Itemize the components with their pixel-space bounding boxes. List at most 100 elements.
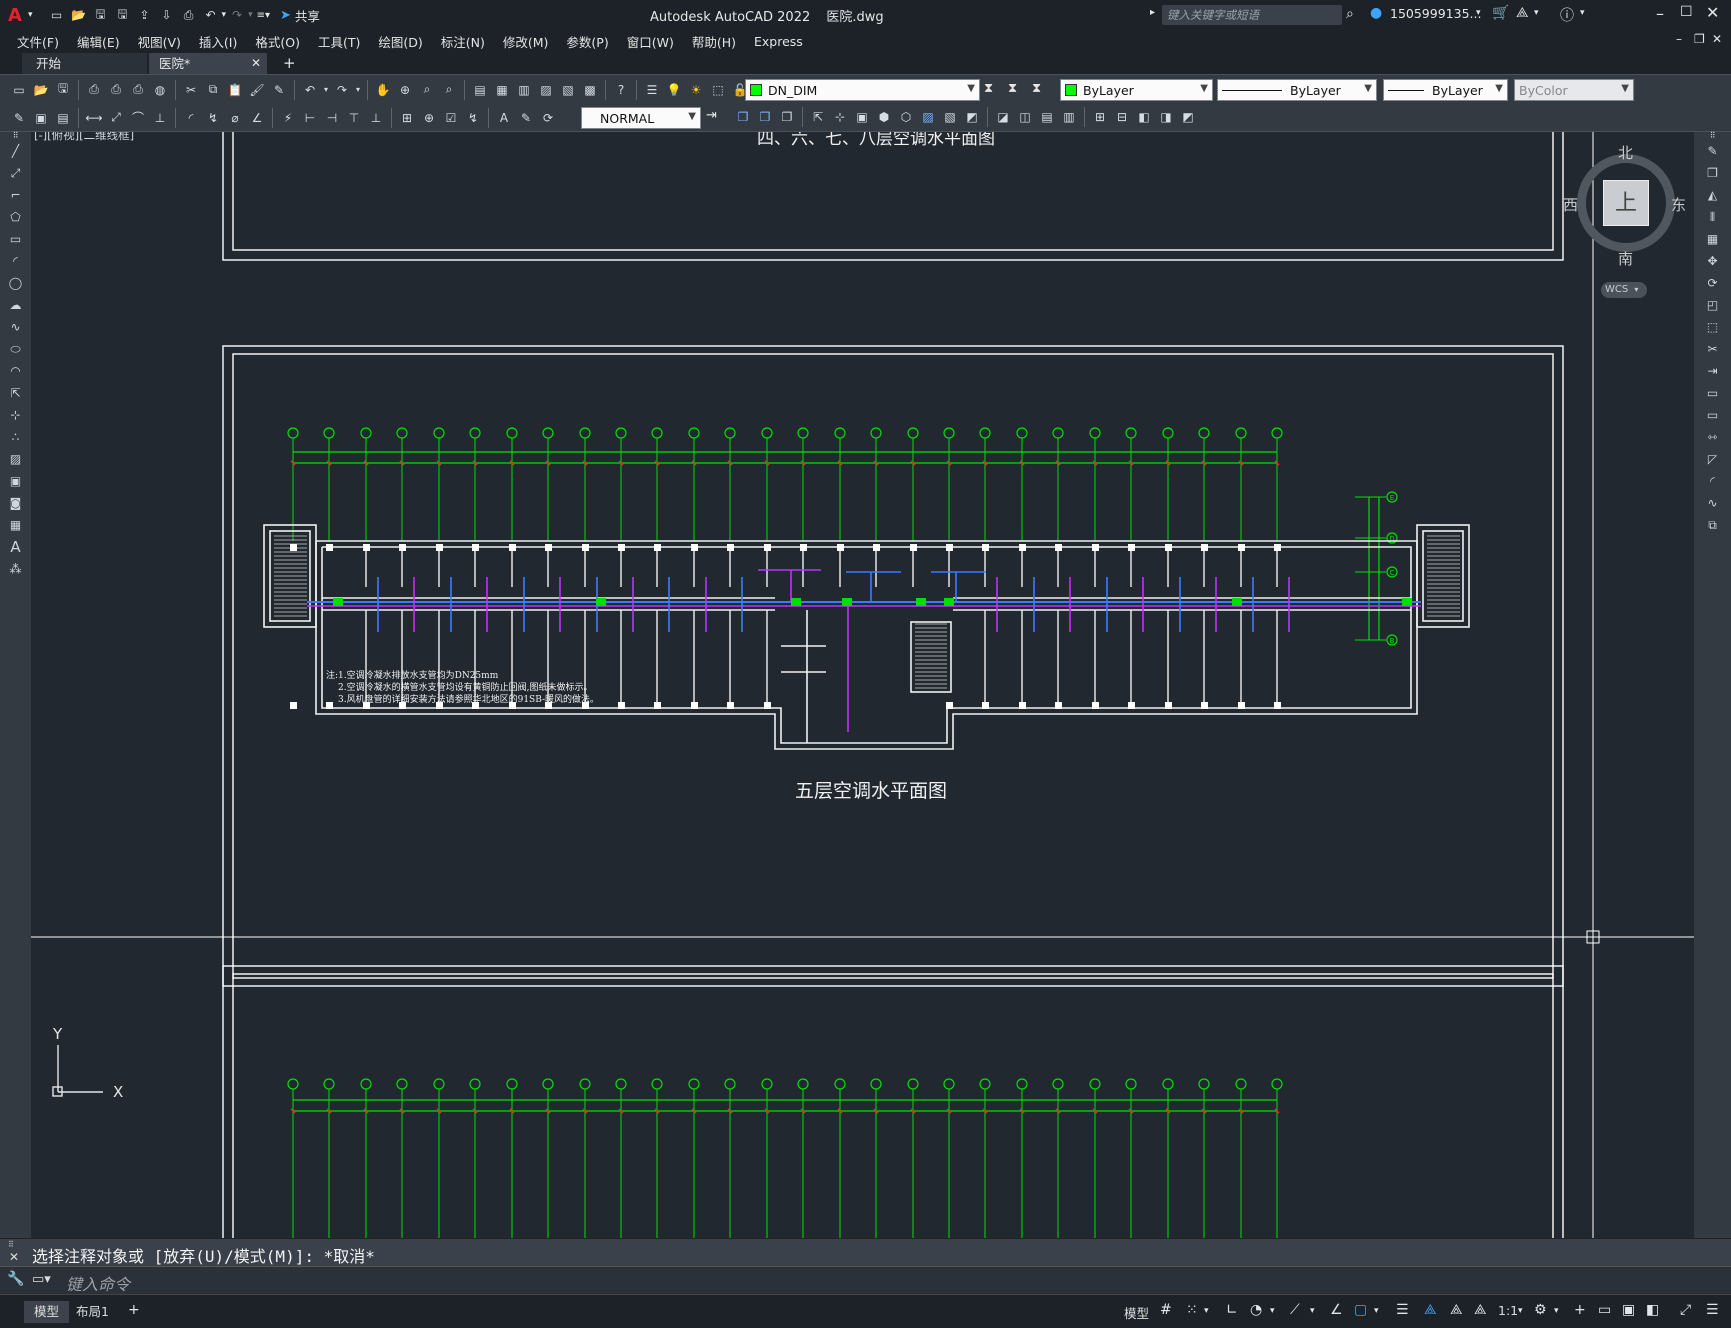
save-icon[interactable]: 🖫 [91, 5, 111, 25]
tb-layer-thaw-icon[interactable]: ☀ [686, 80, 706, 100]
clean-screen-icon[interactable]: ⤢ [1680, 1302, 1691, 1318]
tb-copy-icon[interactable]: ⧉ [203, 80, 223, 100]
tab-hospital[interactable]: 医院* ✕ [149, 53, 267, 74]
dim-textedit-icon[interactable]: ✎ [516, 108, 536, 128]
array-icon[interactable]: ▦ [1694, 228, 1731, 250]
annotation-scale-value[interactable]: 1:1 [1498, 1303, 1518, 1318]
tb-paste-icon[interactable]: 📋 [225, 80, 245, 100]
tb-imageclip-icon[interactable]: ⊟ [1112, 107, 1132, 127]
search-input[interactable]: 键入关键字或短语 [1162, 5, 1342, 25]
join-icon[interactable]: ⇿ [1694, 426, 1731, 448]
tb-layer-manager-icon[interactable]: ☰ [642, 80, 662, 100]
tb-copy-obj-icon[interactable]: ❐ [733, 107, 753, 127]
linetype-dropdown[interactable]: ByLayer ▼ [1217, 79, 1377, 101]
rectangle-icon[interactable]: ▭ [0, 228, 31, 250]
dimstyle-manager-icon[interactable]: ⇥ [706, 108, 717, 123]
break-icon[interactable]: ▭ [1694, 404, 1731, 426]
tb-imageadjust-icon[interactable]: ◧ [1134, 107, 1154, 127]
ellipse-icon[interactable]: ⬭ [0, 338, 31, 360]
drawing-svg[interactable]: 四、六、七、八层空调水平面图 EDCB 注:1.空调冷凝水排放水支管均为DN25… [31, 132, 1694, 1238]
tb-imageframe-icon[interactable]: ◩ [1178, 107, 1198, 127]
snap-icon[interactable]: ⁙ [1186, 1302, 1198, 1318]
tb-toolpalettes-icon[interactable]: ▥ [514, 80, 534, 100]
menu-tools[interactable]: 工具(T) [309, 32, 369, 51]
cmd-recent-icon[interactable]: ▭▾ [32, 1272, 51, 1287]
polar-icon[interactable]: ◔ [1250, 1302, 1262, 1318]
wcs-menu[interactable]: WCS ▾ [1601, 282, 1647, 298]
tb-imagequality-icon[interactable]: ◨ [1156, 107, 1176, 127]
cmd-customize-icon[interactable]: 🔧 [7, 1271, 24, 1287]
redo-icon[interactable]: ↷ [227, 5, 247, 25]
tb-markup-icon[interactable]: ▧ [558, 80, 578, 100]
tb-gradient-icon[interactable]: ▧ [940, 107, 960, 127]
save-web-icon[interactable]: ⇩ [157, 5, 177, 25]
isolate-objects-icon[interactable]: ◧ [1646, 1302, 1659, 1318]
center-mark-icon[interactable]: ⊕ [419, 108, 439, 128]
circle-icon[interactable]: ◯ [0, 272, 31, 294]
chamfer-icon[interactable]: ◸ [1694, 448, 1731, 470]
doc-minimize-icon[interactable]: – [1676, 32, 1682, 46]
annotation-visibility-icon[interactable]: ⟁ [1424, 1302, 1437, 1318]
doc-close-icon[interactable]: ✕ [1712, 32, 1722, 46]
share-icon[interactable]: ➤ [280, 8, 291, 23]
autodesk-app-icon[interactable]: ⟁ [1516, 5, 1529, 21]
dim-space-icon[interactable]: ⊤ [344, 108, 364, 128]
rotate-icon[interactable]: ⟳ [1694, 272, 1731, 294]
dim-continue-icon[interactable]: ⊣ [322, 108, 342, 128]
line-icon[interactable]: ╱ [0, 140, 31, 162]
tb-layer-on-icon[interactable]: 💡 [664, 80, 684, 100]
open-web-icon[interactable]: ⇪ [135, 5, 155, 25]
compass-north[interactable]: 北 [1618, 142, 1633, 163]
search-expand-icon[interactable]: ▸ [1150, 7, 1155, 18]
app-chevron-icon[interactable]: ▾ [1534, 8, 1539, 18]
app-menu-chevron-icon[interactable]: ▾ [28, 10, 33, 20]
maximize-icon[interactable]: ☐ [1680, 4, 1693, 20]
tb-layer-vp-icon[interactable]: ⬚ [708, 80, 728, 100]
polar-chevron-icon[interactable]: ▾ [1270, 1306, 1275, 1316]
dim-radius-icon[interactable]: ◜ [181, 108, 201, 128]
spline-icon[interactable]: ∿ [0, 316, 31, 338]
region-icon[interactable]: ◙ [0, 492, 31, 514]
erase-icon[interactable]: ✎ [1694, 140, 1731, 162]
dim-linear-icon[interactable]: ⟷ [84, 108, 104, 128]
offset-icon[interactable]: ⫴ [1694, 206, 1731, 228]
dim-ordinate-icon[interactable]: ⊥ [150, 108, 170, 128]
arc-icon[interactable]: ◜ [0, 250, 31, 272]
polygon-icon[interactable]: ⬠ [0, 206, 31, 228]
viewcube-face[interactable]: 上 [1603, 180, 1649, 226]
tb-plotstyle-icon[interactable]: ▣ [31, 108, 51, 128]
tb-make-current-icon[interactable]: ⧗ [984, 81, 993, 96]
tb-new-icon[interactable]: ▭ [9, 80, 29, 100]
tb-layer-state-icon[interactable]: ⧗ [1032, 81, 1041, 96]
tb-preview-icon[interactable]: ⎙ [106, 80, 126, 100]
tb-cut-icon[interactable]: ✂ [181, 80, 201, 100]
cmd-close-icon[interactable]: ✕ [9, 1250, 19, 1264]
explode-icon[interactable]: ⧉ [1694, 514, 1731, 536]
units-icon[interactable]: ▭ [1598, 1302, 1611, 1318]
customize-qat-icon[interactable]: ≡▾ [257, 10, 270, 21]
osnap-icon[interactable]: ▢ [1354, 1302, 1367, 1318]
move-icon[interactable]: ✥ [1694, 250, 1731, 272]
scale-chevron-icon[interactable]: ▾ [1518, 1306, 1523, 1316]
tb-attdef-icon[interactable]: ▣ [852, 107, 872, 127]
point-icon[interactable]: ∴ [0, 426, 31, 448]
cart-icon[interactable]: 🛒 [1492, 5, 1509, 21]
revcloud-icon[interactable]: ☁ [0, 294, 31, 316]
tb-xclip-icon[interactable]: ◫ [1015, 107, 1035, 127]
plot-icon[interactable]: ⎙ [179, 5, 199, 25]
minimize-icon[interactable]: – [1656, 4, 1664, 23]
menu-parametric[interactable]: 参数(P) [557, 32, 617, 51]
workspace-gear-icon[interactable]: ⚙ [1534, 1302, 1547, 1318]
tb-calculator-icon[interactable]: ▩ [580, 80, 600, 100]
tb-refclose-icon[interactable]: ▥ [1059, 107, 1079, 127]
tb-boundary-icon[interactable]: ⬡ [896, 107, 916, 127]
workspace-chevron-icon[interactable]: ▾ [1554, 1306, 1559, 1316]
user-name[interactable]: 1505999135... [1390, 6, 1481, 21]
menu-format[interactable]: 格式(O) [246, 32, 309, 51]
mirror-icon[interactable]: ◭ [1694, 184, 1731, 206]
dim-aligned-icon[interactable]: ⤢ [106, 108, 126, 128]
snap-chevron-icon[interactable]: ▾ [1204, 1306, 1209, 1316]
tb-pan-icon[interactable]: ✋ [373, 80, 393, 100]
dim-edit-icon[interactable]: A [494, 108, 514, 128]
help-icon[interactable]: ⓘ [1560, 5, 1574, 25]
